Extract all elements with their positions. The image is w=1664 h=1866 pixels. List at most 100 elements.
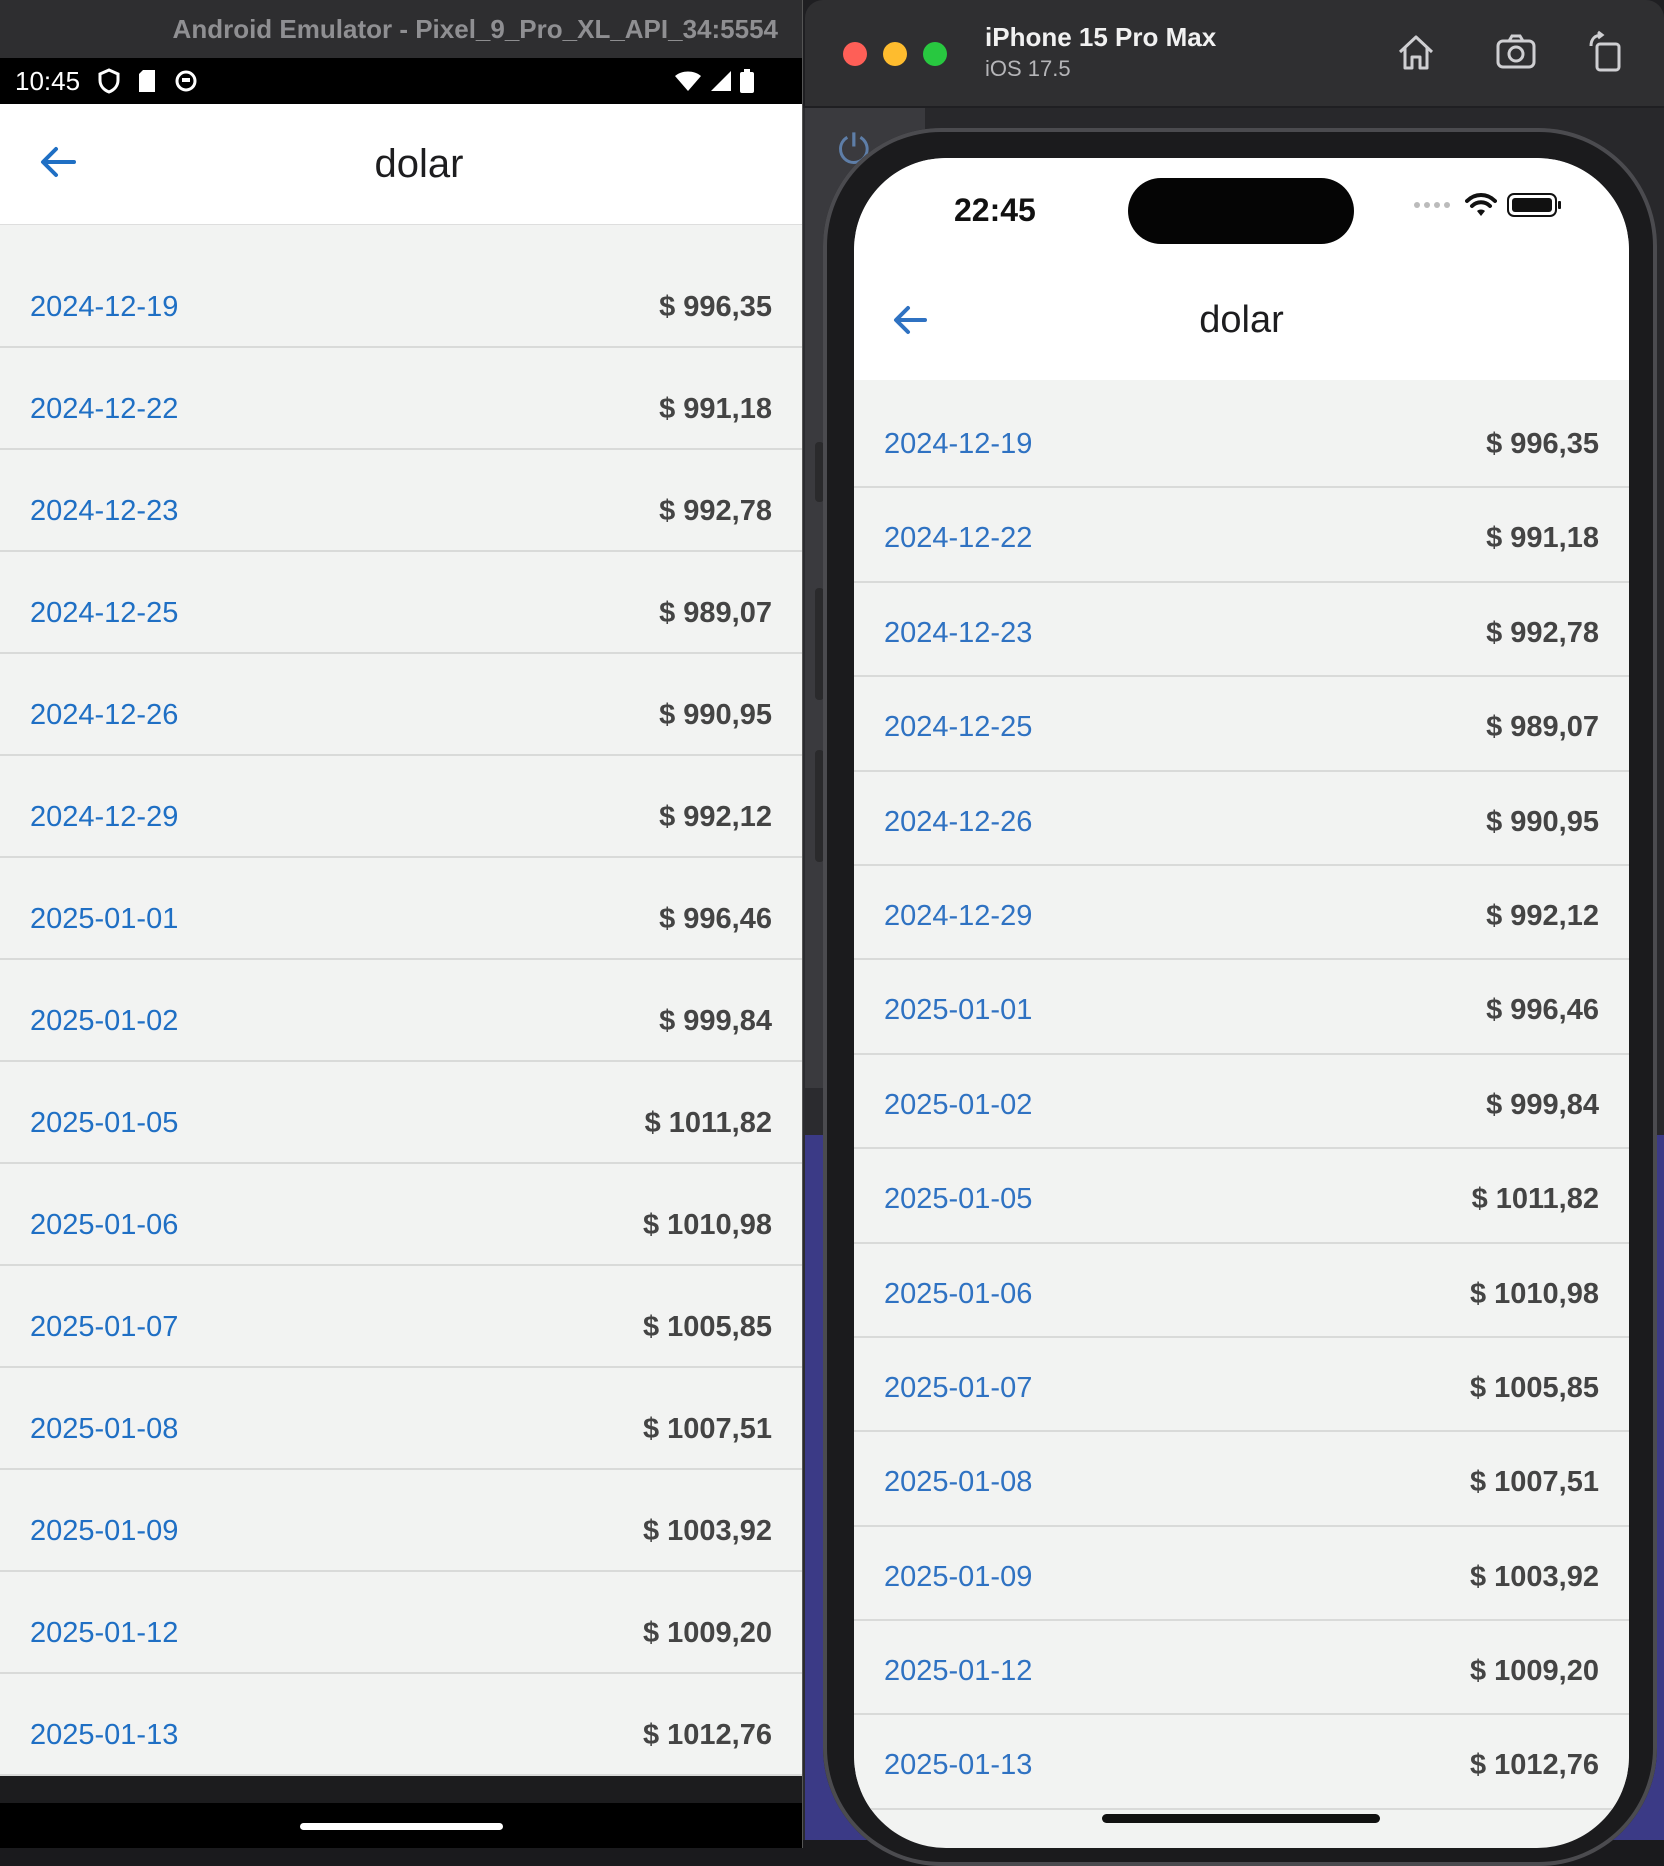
list-item-value: $ 1005,85 (1469, 1371, 1599, 1404)
list-item[interactable]: 2025-01-01 $ 996,46 (854, 960, 1629, 1055)
list-item-value: $ 1010,98 (1469, 1277, 1599, 1310)
list-item-value: $ 996,35 (1486, 428, 1599, 460)
wifi-icon (675, 71, 701, 91)
list-item[interactable]: 2024-12-22 $ 991,18 (854, 488, 1629, 583)
iphone-screen: 22:45 dolar 2024-12-19 $ 996,35 2024-12-… (854, 158, 1629, 1848)
list-item-date: 2025-01-09 (884, 1560, 1033, 1593)
page-title: dolar (1199, 299, 1284, 341)
list-item-date: 2024-12-22 (884, 522, 1033, 555)
list-item[interactable]: 2025-01-12 $ 1009,20 (854, 1621, 1629, 1716)
list-item[interactable]: 2025-01-09 $ 1003,92 (854, 1527, 1629, 1622)
list-item[interactable]: 2025-01-13 $ 1012,76 (854, 1715, 1629, 1810)
simulator-os-version: iOS 17.5 (985, 56, 1071, 81)
page-title: dolar (374, 142, 464, 186)
list-item-date: 2025-01-13 (30, 1719, 179, 1751)
list-item-value: $ 991,18 (1486, 522, 1599, 555)
list-item-date: 2024-12-25 (884, 711, 1033, 744)
ios-navigation-bar: dolar (854, 268, 1629, 381)
android-window-title[interactable]: Android Emulator - Pixel_9_Pro_XL_API_34… (0, 0, 802, 58)
list-item[interactable]: 2024-12-19 $ 996,35 (0, 246, 802, 348)
list-item-value: $ 996,46 (1486, 994, 1599, 1027)
list-item[interactable]: 2024-12-26 $ 990,95 (854, 772, 1629, 866)
list-item-value: $ 1012,76 (1469, 1749, 1599, 1782)
shield-icon (98, 68, 120, 94)
list-item[interactable]: 2025-01-02 $ 999,84 (854, 1055, 1629, 1150)
ios-system-icons (1413, 192, 1563, 218)
list-item[interactable]: 2025-01-07 $ 1005,85 (854, 1338, 1629, 1433)
list-item-date: 2024-12-23 (884, 616, 1033, 649)
list-item[interactable]: 2025-01-02 $ 999,84 (0, 960, 802, 1062)
list-item[interactable]: 2025-01-13 $ 1012,76 (0, 1674, 802, 1776)
rate-list: 2024-12-19 $ 996,35 2024-12-22 $ 991,18 2024… (854, 380, 1629, 1810)
android-system-icons (674, 58, 754, 104)
list-item[interactable]: 2025-01-09 $ 1003,92 (0, 1470, 802, 1572)
cell-signal-icon (711, 71, 731, 91)
minimize-window-button[interactable] (883, 42, 907, 66)
battery-icon (1507, 193, 1561, 217)
list-item-date: 2025-01-06 (884, 1277, 1033, 1310)
list-item-date: 2025-01-01 (884, 994, 1033, 1027)
list-item-value: $ 1003,92 (1469, 1560, 1599, 1593)
list-item-value: $ 990,95 (1486, 805, 1599, 838)
list-item-date: 2024-12-19 (884, 428, 1033, 460)
list-item-value: $ 1011,82 (1471, 1183, 1599, 1216)
list-item[interactable]: 2025-01-05 $ 1011,82 (854, 1149, 1629, 1244)
list-item[interactable]: 2025-01-06 $ 1010,98 (0, 1164, 802, 1266)
list-item[interactable]: 2024-12-26 $ 990,95 (0, 654, 802, 756)
sd-card-icon (139, 70, 155, 92)
list-item-value: $ 989,07 (1486, 711, 1599, 744)
rotate-icon[interactable] (1585, 30, 1629, 74)
close-window-button[interactable] (843, 42, 867, 66)
android-app-bar: dolar (0, 104, 802, 225)
list-item-date: 2025-01-07 (884, 1371, 1033, 1404)
list-item-value: $ 1012,76 (642, 1719, 772, 1751)
list-item-date: 2025-01-02 (884, 1088, 1033, 1121)
list-item-date: 2025-01-05 (884, 1183, 1033, 1216)
list-item[interactable]: 2025-01-01 $ 996,46 (0, 858, 802, 960)
list-item-date: 2025-01-08 (884, 1466, 1033, 1499)
list-item[interactable]: 2024-12-19 $ 996,35 (854, 394, 1629, 489)
list-item[interactable]: 2025-01-07 $ 1005,85 (0, 1266, 802, 1368)
list-item[interactable]: 2024-12-25 $ 989,07 (854, 677, 1629, 772)
list-item[interactable]: 2025-01-08 $ 1007,51 (854, 1432, 1629, 1527)
sync-icon (175, 70, 197, 92)
camera-icon[interactable] (1494, 30, 1538, 74)
list-item[interactable]: 2025-01-12 $ 1009,20 (0, 1572, 802, 1674)
home-indicator[interactable] (1102, 1814, 1380, 1823)
wifi-icon (1465, 193, 1497, 216)
android-status-time: 10:45 (15, 66, 81, 96)
list-item-value: $ 992,78 (1486, 616, 1599, 649)
android-notification-icons (98, 58, 198, 104)
list-item-value: $ 999,84 (1486, 1088, 1599, 1121)
list-item[interactable]: 2025-01-06 $ 1010,98 (854, 1244, 1629, 1338)
android-navigation-bar (0, 1803, 802, 1848)
list-item-value: $ 1007,51 (1469, 1466, 1599, 1499)
list-item[interactable]: 2025-01-08 $ 1007,51 (0, 1368, 802, 1470)
simulator-device-name: iPhone 15 Pro Max (985, 22, 1217, 52)
android-emulator-window: Android Emulator - Pixel_9_Pro_XL_API_34… (0, 0, 803, 1848)
zoom-window-button[interactable] (923, 42, 947, 66)
list-item[interactable]: 2024-12-29 $ 992,12 (0, 756, 802, 858)
list-item[interactable]: 2024-12-23 $ 992,78 (0, 450, 802, 552)
home-icon[interactable] (1394, 30, 1438, 74)
list-item[interactable]: 2024-12-25 $ 989,07 (0, 552, 802, 654)
signal-dots-icon (1414, 202, 1450, 208)
list-item-value: $ 1009,20 (1469, 1655, 1599, 1688)
rate-list: 2024-12-19 $ 996,35 2024-12-22 $ 991,18 2024… (0, 225, 802, 1776)
list-item-date: 2025-01-12 (884, 1655, 1033, 1688)
home-gesture-pill[interactable] (300, 1823, 503, 1830)
list-item[interactable]: 2024-12-29 $ 992,12 (854, 866, 1629, 961)
list-item-value: $ 992,12 (1486, 899, 1599, 932)
battery-icon (740, 69, 754, 93)
ios-simulator-toolbar: iPhone 15 Pro Max iOS 17.5 (805, 0, 1664, 106)
ios-status-time: 22:45 (954, 192, 1036, 228)
list-item[interactable]: 2024-12-23 $ 992,78 (854, 583, 1629, 678)
list-item-date: 2025-01-13 (884, 1749, 1033, 1782)
list-item-date: 2024-12-26 (884, 805, 1033, 838)
dynamic-island (1128, 178, 1354, 244)
list-item[interactable]: 2024-12-22 $ 991,18 (0, 348, 802, 450)
ios-status-bar: 22:45 (854, 158, 1629, 268)
list-item-date: 2024-12-29 (884, 899, 1033, 932)
list-item[interactable]: 2025-01-05 $ 1011,82 (0, 1062, 802, 1164)
android-status-bar: 10:45 (0, 58, 802, 104)
